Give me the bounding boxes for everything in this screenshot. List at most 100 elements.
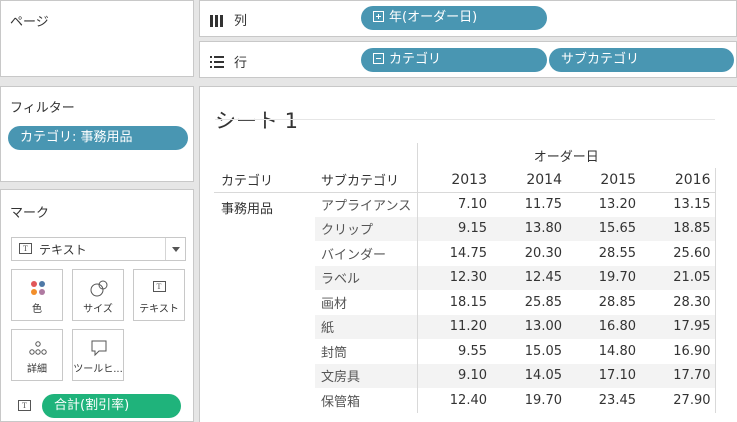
year-order-date-pill[interactable]: 年(オーダー日) bbox=[361, 6, 547, 30]
color-button[interactable]: 色 bbox=[11, 269, 63, 321]
subcategory-pill[interactable]: サブカテゴリ bbox=[549, 48, 734, 72]
filters-card[interactable]: フィルター カテゴリ: 事務用品 bbox=[0, 86, 194, 182]
value-cell: 28.85 bbox=[598, 294, 636, 310]
text-mark-icon: T bbox=[19, 243, 32, 254]
sheet-title: シート 1 bbox=[215, 109, 299, 133]
detail-icon bbox=[12, 339, 62, 359]
value-cell: 16.90 bbox=[640, 339, 716, 364]
columns-icon bbox=[210, 12, 224, 27]
mark-type-label: テキスト bbox=[39, 243, 87, 257]
subcategory-cell: バインダー bbox=[321, 247, 387, 263]
year-order-date-label: 年(オーダー日) bbox=[389, 10, 478, 25]
value-cell: 14.80 bbox=[598, 343, 636, 359]
collapse-minus-icon[interactable] bbox=[373, 53, 384, 64]
sum-discount-pill[interactable]: 合計(割引率) bbox=[42, 394, 181, 418]
size-icon bbox=[73, 279, 123, 299]
value-cell: 21.05 bbox=[640, 265, 716, 290]
value-cell: 9.15 bbox=[416, 216, 491, 241]
value-cell: 27.90 bbox=[640, 388, 716, 413]
column-group-header-row: オーダー日 bbox=[214, 143, 715, 168]
category-header: カテゴリ bbox=[221, 174, 274, 189]
value-cell: 25.60 bbox=[640, 241, 716, 266]
subcategory-cell: 封筒 bbox=[321, 345, 348, 361]
category-pill[interactable]: カテゴリ bbox=[361, 48, 547, 72]
year-header: 2015 bbox=[600, 171, 636, 188]
value-cell: 9.10 bbox=[416, 363, 491, 388]
subcategory-cell: ラベル bbox=[321, 272, 361, 288]
value-cell: 16.80 bbox=[598, 319, 636, 335]
value-cell: 23.45 bbox=[598, 392, 636, 408]
rows-shelf[interactable]: 行 カテゴリ サブカテゴリ bbox=[199, 41, 737, 78]
rows-icon bbox=[210, 53, 224, 68]
value-cell: 13.00 bbox=[524, 319, 562, 335]
category-cell: 事務用品 bbox=[221, 201, 274, 217]
value-cell: 7.10 bbox=[416, 192, 491, 217]
year-header: 2013 bbox=[416, 167, 491, 192]
text-table: オーダー日 カテゴリ サブカテゴリ 2013 2014 2015 2016 事務… bbox=[214, 143, 716, 413]
subcategory-cell: クリップ bbox=[321, 223, 374, 239]
subcategory-cell: 文房具 bbox=[321, 370, 361, 386]
year-header: 2016 bbox=[640, 167, 716, 192]
subcategory-cell: 保管箱 bbox=[321, 394, 361, 410]
value-cell: 11.20 bbox=[416, 314, 491, 339]
tooltip-icon bbox=[73, 339, 123, 359]
text-label: テキスト bbox=[139, 304, 179, 315]
color-icon bbox=[12, 279, 62, 299]
pages-title: ページ bbox=[10, 15, 49, 30]
marks-title: マーク bbox=[10, 206, 50, 221]
subcategory-cell: 画材 bbox=[321, 296, 348, 312]
value-cell: 11.75 bbox=[524, 197, 562, 212]
value-cell: 25.85 bbox=[524, 294, 562, 310]
value-cell: 14.05 bbox=[524, 368, 562, 384]
value-cell: 28.55 bbox=[598, 245, 636, 261]
value-cell: 15.65 bbox=[598, 221, 636, 237]
tooltip-button[interactable]: ツールヒ... bbox=[72, 329, 124, 381]
value-cell: 19.70 bbox=[524, 392, 562, 408]
value-cell: 17.95 bbox=[640, 314, 716, 339]
value-cell: 13.80 bbox=[524, 221, 562, 237]
value-cell: 17.10 bbox=[598, 368, 636, 384]
rows-label: 行 bbox=[234, 56, 248, 71]
subcategory-cell: 紙 bbox=[321, 321, 335, 337]
tooltip-label: ツールヒ... bbox=[73, 364, 123, 375]
text-icon: T bbox=[134, 279, 184, 299]
value-cell: 18.15 bbox=[416, 290, 491, 315]
value-cell: 17.70 bbox=[640, 363, 716, 388]
text-button[interactable]: T テキスト bbox=[133, 269, 185, 321]
filters-title: フィルター bbox=[10, 101, 75, 116]
value-cell: 13.20 bbox=[598, 197, 636, 212]
year-header: 2014 bbox=[526, 171, 562, 188]
subcategory-header: サブカテゴリ bbox=[321, 174, 400, 189]
columns-shelf[interactable]: 列 年(オーダー日) bbox=[199, 0, 737, 37]
color-label: 色 bbox=[32, 304, 42, 315]
mark-type-dropdown[interactable]: T テキスト bbox=[11, 237, 186, 261]
header-row: カテゴリ サブカテゴリ 2013 2014 2015 2016 bbox=[214, 167, 716, 192]
value-cell: 20.30 bbox=[524, 245, 562, 261]
expand-plus-icon[interactable] bbox=[373, 11, 384, 22]
pages-card[interactable]: ページ bbox=[0, 0, 194, 77]
value-cell: 28.30 bbox=[640, 290, 716, 315]
mark-type-divider bbox=[165, 238, 166, 260]
table-row[interactable]: 事務用品 アプライアンス 7.10 11.75 13.20 13.15 bbox=[214, 192, 716, 217]
value-cell: 18.85 bbox=[640, 216, 716, 241]
size-button[interactable]: サイズ bbox=[72, 269, 124, 321]
subcategory-pill-label: サブカテゴリ bbox=[561, 52, 640, 67]
value-cell: 13.15 bbox=[640, 192, 716, 217]
chevron-down-icon[interactable] bbox=[172, 247, 180, 252]
value-cell: 12.30 bbox=[416, 265, 491, 290]
detail-button[interactable]: 詳細 bbox=[11, 329, 63, 381]
category-pill-label: カテゴリ bbox=[389, 52, 442, 67]
detail-label: 詳細 bbox=[27, 364, 47, 375]
value-cell: 12.45 bbox=[524, 270, 562, 286]
title-divider bbox=[215, 119, 715, 120]
order-date-header: オーダー日 bbox=[416, 143, 715, 168]
columns-label: 列 bbox=[234, 14, 248, 29]
value-cell: 19.70 bbox=[598, 270, 636, 286]
value-cell: 12.40 bbox=[416, 388, 491, 413]
value-cell: 15.05 bbox=[524, 343, 562, 359]
category-filter-pill[interactable]: カテゴリ: 事務用品 bbox=[8, 126, 188, 150]
value-cell: 9.55 bbox=[416, 339, 491, 364]
marks-card[interactable]: マーク T テキスト 色 サイズ T テキスト 詳細 ツールヒ... T 合計(… bbox=[0, 189, 194, 422]
size-label: サイズ bbox=[83, 304, 113, 315]
text-field-icon: T bbox=[18, 400, 31, 411]
